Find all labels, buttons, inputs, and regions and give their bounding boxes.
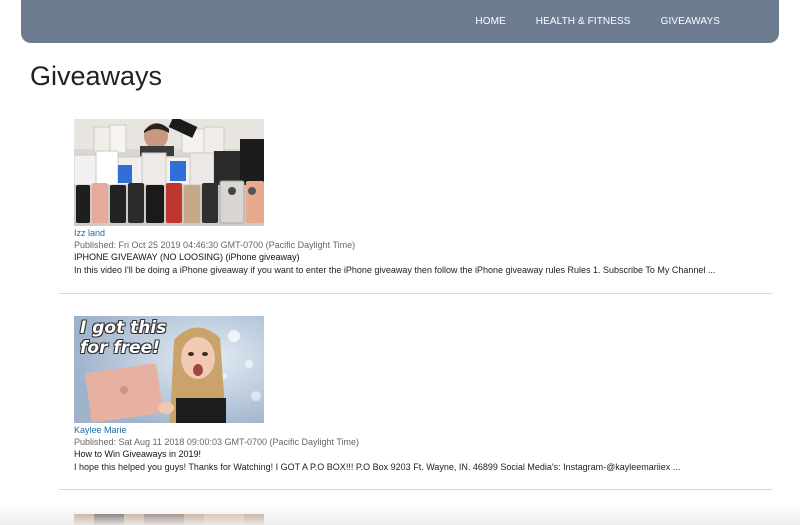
thumbnail-caption-line: for free!	[80, 338, 160, 358]
video-title: IPHONE GIVEAWAY (NO LOOSING) (iPhone giv…	[74, 252, 300, 262]
video-item: I got this for free! Kaylee Marie Publis…	[74, 316, 774, 474]
video-title: How to Win Giveaways in 2019!	[74, 449, 202, 459]
bottom-scroll-fade	[0, 503, 800, 525]
divider	[59, 293, 772, 294]
nav-health-fitness-link[interactable]: HEALTH & FITNESS	[536, 16, 631, 27]
nav-links: HOME HEALTH & FITNESS GIVEAWAYS	[445, 0, 720, 43]
video-description: In this video I'll be doing a iPhone giv…	[74, 265, 716, 275]
page-title: Giveaways	[30, 61, 163, 91]
video-published-date: Published: Fri Oct 25 2019 04:46:30 GMT-…	[74, 240, 356, 250]
video-item: Izz land Published: Fri Oct 25 2019 04:4…	[74, 119, 774, 277]
video-published-date: Published: Sat Aug 11 2018 09:00:03 GMT-…	[74, 437, 359, 447]
divider	[59, 489, 772, 490]
thumbnail-caption: I got this for free!	[80, 318, 166, 358]
video-thumbnail-iphones[interactable]	[74, 119, 264, 226]
thumbnail-image	[74, 119, 264, 226]
video-description: I hope this helped you guys! Thanks for …	[74, 462, 681, 472]
nav-giveaways-link[interactable]: GIVEAWAYS	[661, 16, 720, 27]
nav-home-link[interactable]: HOME	[475, 16, 505, 27]
video-channel-link[interactable]: Kaylee Marie	[74, 424, 774, 436]
video-channel-link[interactable]: Izz land	[74, 227, 774, 239]
thumbnail-caption-line: I got this	[80, 318, 167, 338]
top-navbar: HOME HEALTH & FITNESS GIVEAWAYS	[21, 0, 779, 43]
video-thumbnail-giveaway[interactable]: I got this for free!	[74, 316, 264, 423]
